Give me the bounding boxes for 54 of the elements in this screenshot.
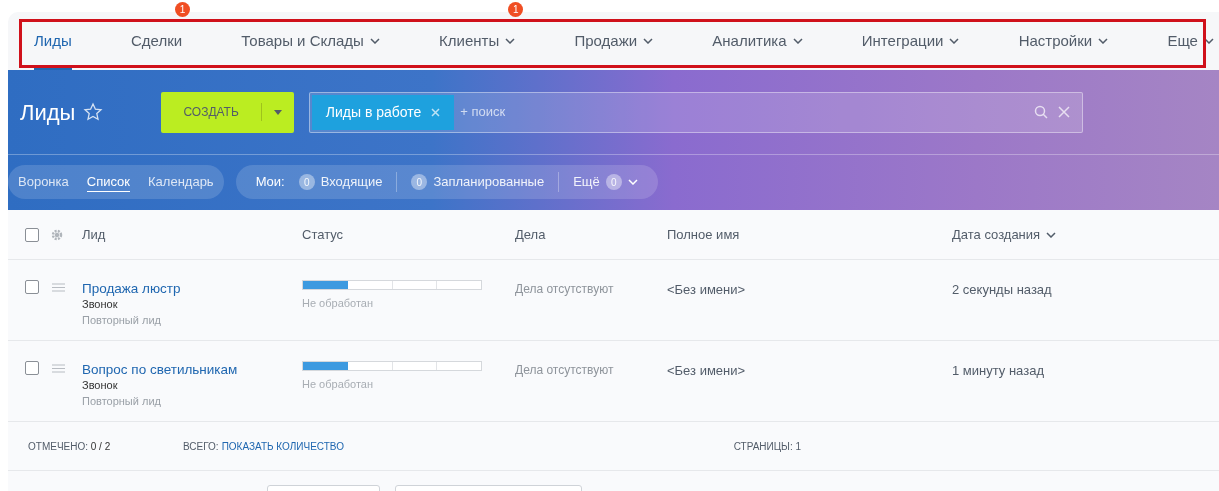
show-count-link[interactable]: ПОКАЗАТЬ КОЛИЧЕСТВО: [221, 438, 734, 454]
counter-filter[interactable]: 0 Запланированные: [411, 172, 560, 192]
column-header[interactable]: Полное имя: [667, 224, 740, 245]
close-icon[interactable]: [431, 107, 441, 117]
search-icon[interactable]: [1033, 105, 1048, 119]
nav-tab[interactable]: Аналитика: [712, 12, 803, 70]
page-title: Лиды: [20, 98, 76, 127]
total-label: ВСЕГО:: [183, 439, 219, 454]
drag-handle-icon[interactable]: [52, 282, 65, 292]
count-badge: 0: [411, 174, 428, 190]
lead-link[interactable]: Вопрос по светильникам: [82, 361, 302, 378]
created-date: 1 минуту назад: [952, 362, 1045, 380]
view-tab[interactable]: Список: [86, 172, 130, 192]
checkbox[interactable]: [25, 361, 39, 375]
column-header[interactable]: Дела: [515, 224, 546, 245]
column-header[interactable]: Дата создания: [952, 224, 1041, 245]
page-count: СТРАНИЦЫ: 1: [733, 439, 802, 454]
star-icon[interactable]: [83, 102, 104, 122]
count-badge: 0: [605, 174, 622, 190]
drag-handle-icon[interactable]: [52, 363, 65, 373]
create-button[interactable]: СОЗДАТЬ: [161, 91, 294, 133]
lead-source: Звонок: [82, 297, 119, 312]
nav-tab[interactable]: Продажи: [574, 12, 654, 70]
search-placeholder: + поиск: [460, 103, 506, 122]
full-name: <Без имени>: [667, 362, 747, 380]
nav-tab[interactable]: Еще: [1167, 12, 1214, 70]
lead-link[interactable]: Продажа люстр: [82, 280, 302, 297]
column-header[interactable]: Лид: [82, 224, 106, 245]
status-label: Не обработан: [302, 377, 375, 392]
created-date: 2 секунды назад: [952, 281, 1053, 299]
lead-note: Повторный лид: [82, 313, 162, 328]
lead-source: Звонок: [82, 378, 119, 393]
notification-badge: 1: [508, 2, 524, 17]
nav-tab[interactable]: Товары и Склады: [241, 12, 380, 70]
lead-note: Повторный лид: [82, 394, 162, 409]
column-header[interactable]: Статус: [302, 224, 344, 245]
counter-filter[interactable]: 0 Входящие: [298, 172, 398, 192]
chevron-icon: [627, 179, 638, 185]
view-tab[interactable]: Воронка: [18, 173, 69, 191]
checkbox[interactable]: [25, 280, 39, 294]
notification-badge: 1: [175, 2, 191, 17]
nav-tab[interactable]: Настройки: [1018, 12, 1109, 70]
full-name: <Без имени>: [667, 281, 747, 299]
status-label: Не обработан: [302, 296, 375, 311]
tasks-text: Дела отсутствуют: [515, 281, 615, 298]
tasks-text: Дела отсутствуют: [515, 362, 615, 379]
checkbox[interactable]: [25, 227, 39, 242]
selected-count: ОТМЕЧЕНО: 0 / 2: [28, 439, 112, 454]
gear-icon[interactable]: [51, 228, 63, 241]
nav-tab[interactable]: Интеграции: [861, 12, 960, 70]
close-icon[interactable]: [1057, 106, 1070, 118]
counter-label: Мои:: [255, 173, 285, 192]
count-badge: 0: [298, 174, 315, 190]
caret-icon: [273, 109, 282, 115]
